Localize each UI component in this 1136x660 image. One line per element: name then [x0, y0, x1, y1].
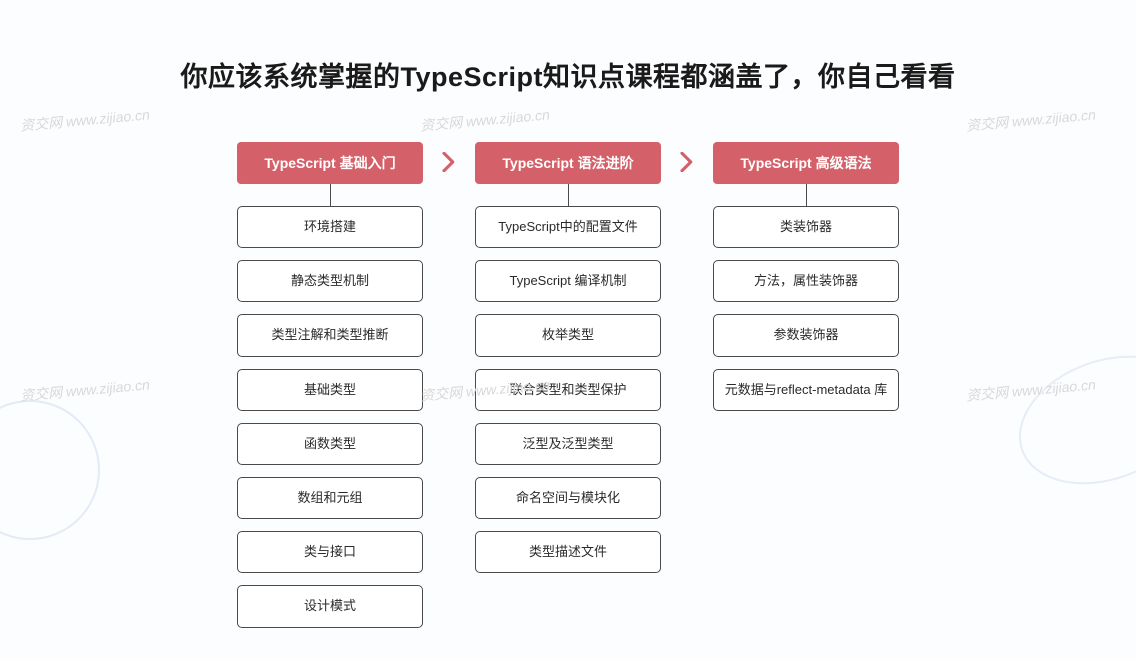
- connector-line: [806, 184, 807, 206]
- page-title: 你应该系统掌握的TypeScript知识点课程都涵盖了，你自己看看: [0, 0, 1136, 94]
- column-header: TypeScript 语法进阶: [475, 142, 661, 184]
- column-advanced-syntax: TypeScript 语法进阶 TypeScript中的配置文件 TypeScr…: [475, 142, 661, 573]
- topic-item: 数组和元组: [237, 477, 423, 519]
- watermark: 资交网 www.zijiao.cn: [965, 104, 1096, 135]
- chevron-right-icon: [437, 142, 461, 182]
- topic-item: TypeScript中的配置文件: [475, 206, 661, 248]
- topic-item: 类与接口: [237, 531, 423, 573]
- topic-item: 命名空间与模块化: [475, 477, 661, 519]
- topic-list: TypeScript中的配置文件 TypeScript 编译机制 枚举类型 联合…: [475, 206, 661, 573]
- topic-item: 联合类型和类型保护: [475, 369, 661, 411]
- topic-item: 类型描述文件: [475, 531, 661, 573]
- topic-item: 静态类型机制: [237, 260, 423, 302]
- topic-item: 设计模式: [237, 585, 423, 627]
- chevron-right-icon: [675, 142, 699, 182]
- column-header: TypeScript 基础入门: [237, 142, 423, 184]
- topic-item: 参数装饰器: [713, 314, 899, 356]
- topic-item: 基础类型: [237, 369, 423, 411]
- topic-item: 元数据与reflect-metadata 库: [713, 369, 899, 411]
- diagram-columns: TypeScript 基础入门 环境搭建 静态类型机制 类型注解和类型推断 基础…: [0, 142, 1136, 628]
- topic-item: 类型注解和类型推断: [237, 314, 423, 356]
- topic-item: TypeScript 编译机制: [475, 260, 661, 302]
- topic-item: 环境搭建: [237, 206, 423, 248]
- topic-item: 方法，属性装饰器: [713, 260, 899, 302]
- topic-item: 类装饰器: [713, 206, 899, 248]
- watermark: 资交网 www.zijiao.cn: [419, 104, 550, 135]
- topic-list: 环境搭建 静态类型机制 类型注解和类型推断 基础类型 函数类型 数组和元组 类与…: [237, 206, 423, 628]
- topic-item: 枚举类型: [475, 314, 661, 356]
- topic-item: 泛型及泛型类型: [475, 423, 661, 465]
- topic-item: 函数类型: [237, 423, 423, 465]
- connector-line: [330, 184, 331, 206]
- watermark: 资交网 www.zijiao.cn: [19, 104, 150, 135]
- topic-list: 类装饰器 方法，属性装饰器 参数装饰器 元数据与reflect-metadata…: [713, 206, 899, 411]
- connector-line: [568, 184, 569, 206]
- column-header: TypeScript 高级语法: [713, 142, 899, 184]
- column-basics: TypeScript 基础入门 环境搭建 静态类型机制 类型注解和类型推断 基础…: [237, 142, 423, 628]
- column-high-level: TypeScript 高级语法 类装饰器 方法，属性装饰器 参数装饰器 元数据与…: [713, 142, 899, 411]
